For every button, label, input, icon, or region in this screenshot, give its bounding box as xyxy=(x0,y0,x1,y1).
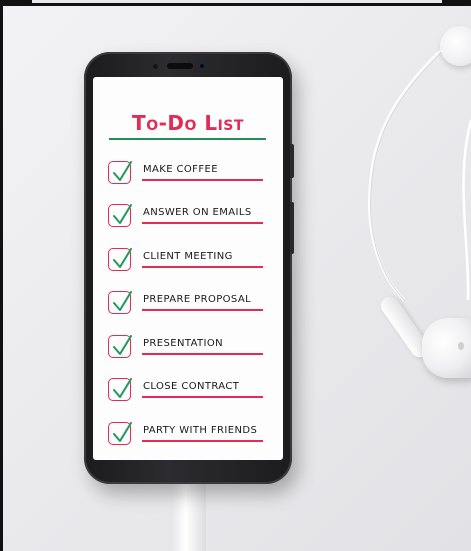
phone-screen: To-Do List Make coffee Answer on emails xyxy=(93,77,283,460)
todo-item-underline xyxy=(142,353,263,355)
volume-button xyxy=(290,202,294,254)
todo-item-label: Presentation xyxy=(143,338,224,349)
checkbox-checked-icon[interactable] xyxy=(108,161,132,184)
smartphone: To-Do List Make coffee Answer on emails xyxy=(84,52,294,484)
todo-item-label: Prepare proposal xyxy=(143,294,252,305)
todo-item[interactable]: Make coffee xyxy=(93,159,283,191)
proximity-sensor xyxy=(153,64,158,69)
todo-item[interactable]: Prepare proposal xyxy=(93,289,283,321)
todo-item-label: Client meeting xyxy=(143,251,233,262)
todo-item[interactable]: Close contract xyxy=(93,376,283,408)
checkbox-checked-icon[interactable] xyxy=(108,248,132,271)
todo-item-underline xyxy=(142,179,263,181)
checkbox-checked-icon[interactable] xyxy=(108,204,132,227)
todo-item-label: Make coffee xyxy=(143,164,218,175)
todo-item-underline xyxy=(142,222,263,224)
earbud xyxy=(422,318,471,378)
title-underline xyxy=(109,138,266,140)
todo-item-underline xyxy=(142,266,263,268)
front-camera-icon xyxy=(198,62,206,70)
checkbox-checked-icon[interactable] xyxy=(108,378,132,401)
todo-item[interactable]: Client meeting xyxy=(93,246,283,278)
power-button xyxy=(290,144,294,178)
todo-item-underline xyxy=(142,396,263,398)
todo-item-label: Party with friends xyxy=(143,425,258,436)
todo-item-label: Answer on emails xyxy=(143,207,252,218)
earpiece-speaker xyxy=(167,63,193,69)
usb-cable-plug xyxy=(172,480,206,551)
todo-item[interactable]: Presentation xyxy=(93,333,283,365)
todo-item[interactable]: Party with friends xyxy=(93,420,283,452)
checkbox-checked-icon[interactable] xyxy=(108,335,132,358)
todo-item-label: Close contract xyxy=(143,381,240,392)
todo-item-underline xyxy=(142,309,263,311)
checkbox-checked-icon[interactable] xyxy=(108,291,132,314)
todo-title: To-Do List xyxy=(132,111,244,135)
earbud-vent xyxy=(458,342,464,350)
checkbox-checked-icon[interactable] xyxy=(108,422,132,445)
todo-item-underline xyxy=(142,440,263,442)
todo-item[interactable]: Answer on emails xyxy=(93,202,283,234)
